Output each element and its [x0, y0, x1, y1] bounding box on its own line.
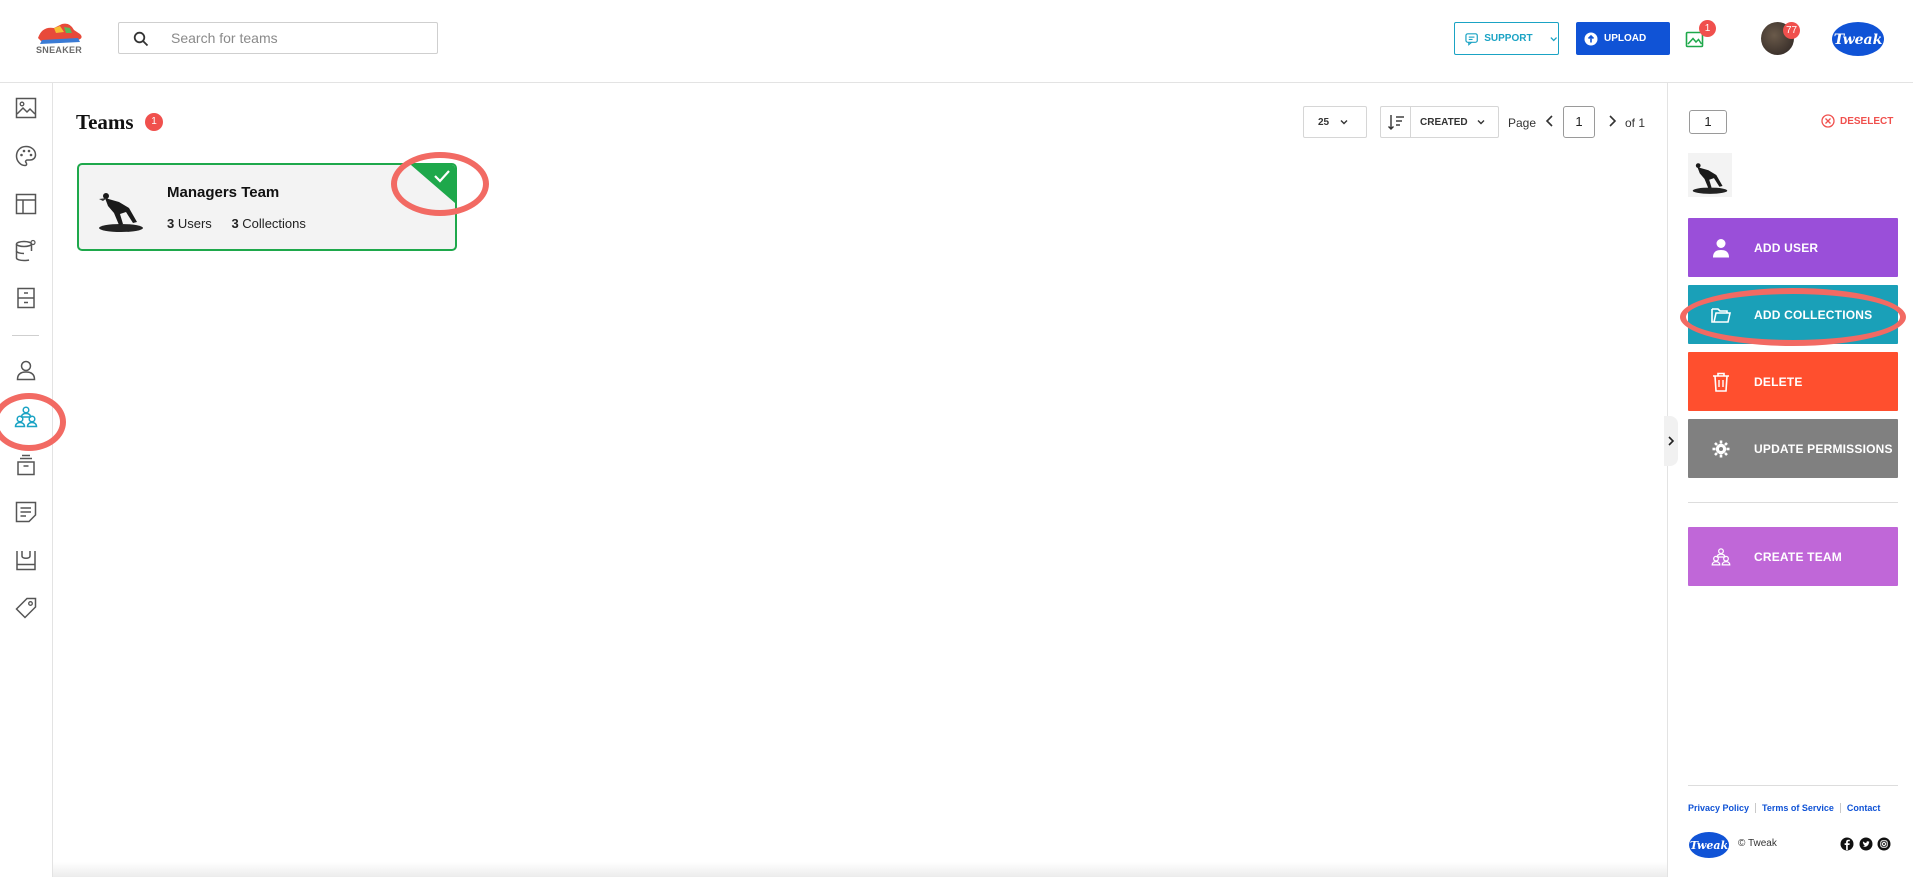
sort-direction-button[interactable]: [1381, 107, 1411, 137]
chat-icon: [1465, 32, 1478, 46]
sidebar-item-layout[interactable]: [14, 192, 38, 216]
chevron-down-icon: [1549, 36, 1557, 41]
selection-panel: 1 DESELECT ADD USER ADD COLLECTIONS DELE…: [1664, 83, 1913, 877]
chevron-right-icon: [1668, 436, 1675, 446]
footer-divider: [1688, 785, 1898, 786]
delete-button[interactable]: DELETE: [1688, 352, 1898, 411]
team-icon: [1711, 547, 1731, 566]
pager-total: of 1: [1625, 116, 1646, 130]
upload-icon: [1584, 32, 1598, 45]
upload-label: UPLOAD: [1604, 33, 1647, 44]
team-stats: 3 Users 3 Collections: [167, 216, 306, 231]
panel-collapse-toggle[interactable]: [1664, 416, 1678, 466]
facebook-icon[interactable]: [1840, 837, 1854, 851]
tweak-logo[interactable]: Tweak: [1831, 20, 1885, 58]
selection-highlight-ring: [391, 152, 489, 216]
team-collections-count: 3: [231, 216, 239, 231]
twitter-icon[interactable]: [1859, 837, 1873, 851]
search-icon: [133, 31, 149, 47]
add-user-button[interactable]: ADD USER: [1688, 218, 1898, 277]
upload-button[interactable]: UPLOAD: [1576, 22, 1670, 55]
sidebar-item-store[interactable]: [14, 548, 38, 572]
per-page-select[interactable]: 25: [1303, 106, 1367, 138]
deselect-button[interactable]: DESELECT: [1821, 114, 1893, 128]
avatar-badge: 77: [1783, 22, 1801, 39]
sort-label: CREATED: [1420, 116, 1468, 128]
teams-count-badge: 1: [145, 113, 163, 131]
search-input[interactable]: [171, 27, 426, 49]
footer-links: Privacy Policy Terms of Service Contact: [1688, 803, 1886, 813]
chevron-down-icon: [1477, 120, 1485, 125]
pager-label: Page: [1508, 116, 1537, 130]
tweak-footer-logo-text: Tweak: [1690, 839, 1729, 852]
delete-label: DELETE: [1754, 374, 1803, 389]
selected-count: 1: [1689, 110, 1727, 134]
sidebar-item-data[interactable]: [14, 239, 38, 263]
sidebar-item-documents[interactable]: [14, 286, 38, 310]
update-permissions-button[interactable]: UPDATE PERMISSIONS: [1688, 419, 1898, 478]
gear-icon: [1712, 440, 1730, 457]
sidebar-item-notes[interactable]: [14, 500, 38, 524]
user-icon: [16, 360, 36, 381]
store-icon: [16, 551, 36, 571]
add-collections-highlight-ring: [1680, 288, 1906, 346]
image-icon: [15, 97, 37, 119]
sort-select[interactable]: CREATED: [1380, 106, 1499, 138]
privacy-policy-link[interactable]: Privacy Policy: [1688, 803, 1755, 813]
page-title: Teams: [76, 110, 134, 134]
note-icon: [15, 501, 37, 523]
panel-divider: [1688, 502, 1898, 503]
sort-icon: [1387, 115, 1404, 130]
left-sidebar: [0, 83, 66, 877]
sidebar-item-archive[interactable]: [14, 453, 38, 477]
chevron-down-icon: [1340, 120, 1348, 125]
sidebar-item-tags[interactable]: [14, 596, 38, 620]
top-header: SNEAKER SUPPORT UPLOAD 1: [0, 0, 1913, 83]
database-gear-icon: [15, 239, 36, 262]
selected-team-thumbnail: [1688, 153, 1732, 197]
team-thumbnail: [93, 180, 149, 236]
gallery-notifications[interactable]: 1: [1683, 20, 1716, 50]
search-box[interactable]: [118, 22, 438, 54]
team-users-count: 3: [167, 216, 175, 231]
sidebar-item-users[interactable]: [14, 358, 38, 382]
terms-of-service-link[interactable]: Terms of Service: [1755, 803, 1840, 813]
copyright-text: © Tweak: [1738, 838, 1777, 849]
layout-icon: [15, 193, 37, 215]
instagram-icon[interactable]: [1877, 837, 1891, 851]
close-circle-icon: [1821, 114, 1835, 128]
logo-text: SNEAKER: [36, 45, 83, 55]
contact-link[interactable]: Contact: [1839, 803, 1887, 813]
team-name: Managers Team: [167, 184, 280, 201]
create-team-label: CREATE TEAM: [1754, 549, 1842, 564]
sidebar-item-palette[interactable]: [14, 144, 38, 168]
chevron-left-icon[interactable]: [1543, 114, 1557, 128]
trash-icon: [1713, 372, 1729, 392]
team-users-label: Users: [177, 216, 212, 231]
per-page-value: 25: [1318, 116, 1330, 128]
sidebar-item-images[interactable]: [14, 96, 38, 120]
deselect-label: DESELECT: [1840, 115, 1894, 127]
gallery-badge: 1: [1699, 20, 1716, 37]
tweak-logo-text: Tweak: [1834, 32, 1883, 48]
tag-icon: [15, 597, 37, 619]
update-permissions-label: UPDATE PERMISSIONS: [1754, 441, 1893, 456]
chevron-right-icon[interactable]: [1605, 114, 1619, 128]
support-button[interactable]: SUPPORT: [1454, 22, 1559, 55]
team-collections-label: Collections: [242, 216, 306, 231]
tweak-footer-logo: Tweak: [1689, 832, 1729, 858]
sidebar-divider: [12, 335, 39, 336]
page-number-input[interactable]: 1: [1563, 106, 1595, 138]
main-content: Teams 1 25 CREATED Page 1 of 1 Managers …: [53, 83, 1667, 877]
support-label: SUPPORT: [1484, 33, 1533, 44]
bottom-scroll-shadow: [53, 862, 1667, 877]
palette-icon: [15, 145, 37, 167]
add-user-label: ADD USER: [1754, 240, 1819, 255]
create-team-button[interactable]: CREATE TEAM: [1688, 527, 1898, 586]
archive-icon: [17, 454, 35, 476]
document-icon: [17, 287, 35, 309]
user-icon: [1713, 238, 1729, 257]
